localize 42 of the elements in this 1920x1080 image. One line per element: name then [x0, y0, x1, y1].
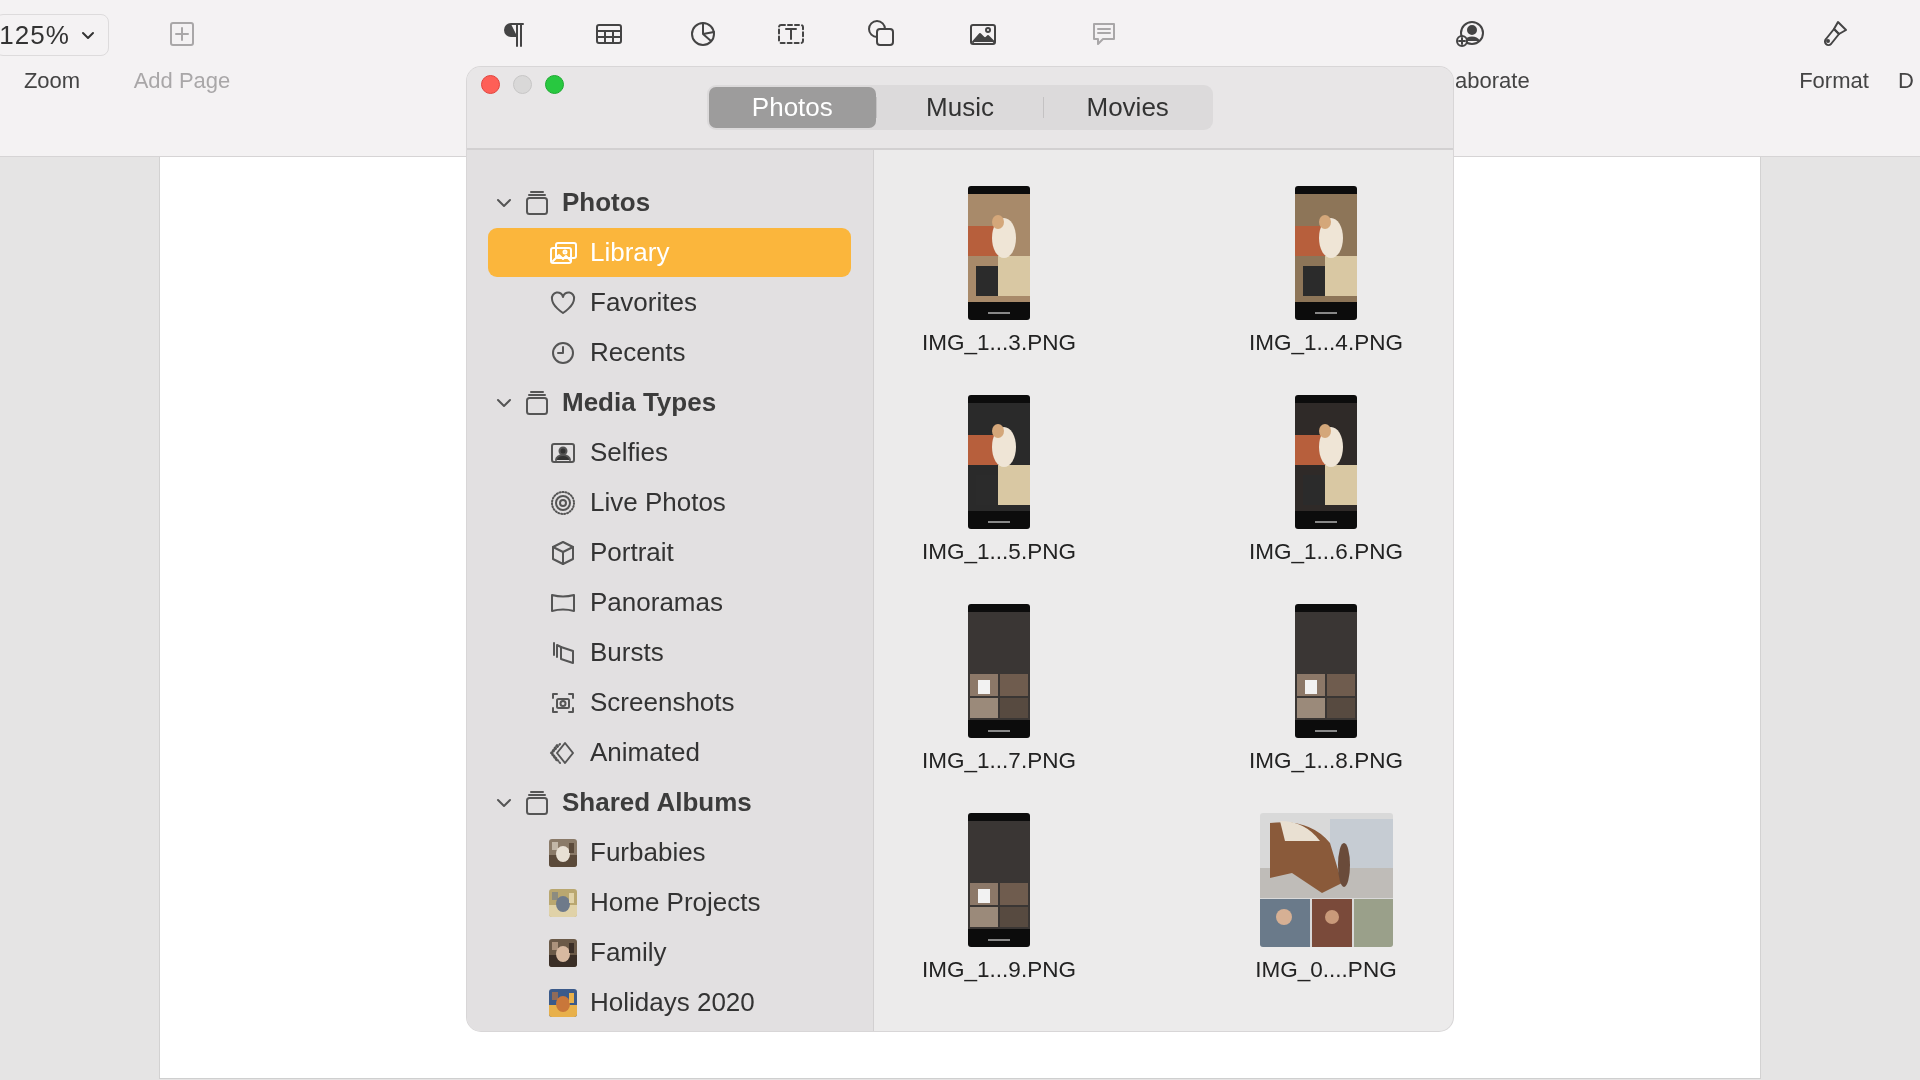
sidebar-item[interactable]: Home Projects — [488, 878, 851, 927]
file-item[interactable]: IMG_1...4.PNG — [1201, 186, 1451, 395]
section-header: Media Types — [562, 386, 717, 419]
sidebar-item[interactable]: Panoramas — [488, 578, 851, 627]
heart-icon — [549, 288, 577, 317]
file-item[interactable]: IMG_1...8.PNG — [1201, 604, 1451, 813]
sidebar-item[interactable]: Furbabies — [488, 828, 851, 877]
file-item[interactable]: IMG_1...5.PNG — [874, 395, 1124, 604]
file-item[interactable]: IMG_1...9.PNG — [874, 813, 1124, 1022]
sidebar-item[interactable]: Bursts — [488, 628, 851, 677]
sidebar-item[interactable]: Screenshots — [488, 678, 851, 727]
close-button[interactable] — [481, 75, 500, 94]
sidebar-item[interactable]: Animated — [488, 728, 851, 777]
section-header: Photos — [562, 186, 651, 219]
add-icon — [167, 19, 197, 49]
chart-icon — [688, 19, 718, 49]
sidebar-item[interactable]: Selfies — [488, 428, 851, 477]
album-stack-icon — [524, 789, 550, 816]
segment-tab[interactable]: Movies — [1044, 87, 1211, 128]
sidebar-item[interactable]: Live Photos — [488, 478, 851, 527]
live-photo-icon — [549, 488, 577, 517]
toolbar-button[interactable]: Format — [1779, 0, 1889, 94]
section-header: Shared Albums — [562, 786, 752, 819]
collaborate-icon — [1455, 19, 1485, 49]
album-stack-icon — [524, 189, 550, 216]
sidebar-item[interactable]: Holidays 2020 — [488, 978, 851, 1027]
file-item[interactable]: IMG_1...3.PNG — [874, 186, 1124, 395]
zoom-dropdown[interactable]: 125% — [0, 14, 109, 56]
toolbar-button[interactable]: D — [1898, 0, 1916, 94]
file-item[interactable]: IMG_1...7.PNG — [874, 604, 1124, 813]
file-item[interactable]: IMG_0....PNG — [1201, 813, 1451, 1022]
toolbar-button[interactable]: aborate — [1455, 0, 1545, 94]
file-item[interactable]: IMG_1...6.PNG — [1201, 395, 1451, 604]
toolbar-label: Zoom — [23, 68, 81, 94]
album-stack-icon — [524, 389, 550, 416]
segment-tab[interactable]: Music — [876, 87, 1044, 128]
cube-icon — [549, 538, 577, 567]
sidebar-item[interactable]: Favorites — [488, 278, 851, 327]
sidebar-item[interactable]: Family — [488, 928, 851, 977]
shapes-icon — [867, 19, 897, 49]
sidebar-item[interactable]: Portrait — [488, 528, 851, 577]
sidebar-item[interactable]: Recents — [488, 328, 851, 377]
